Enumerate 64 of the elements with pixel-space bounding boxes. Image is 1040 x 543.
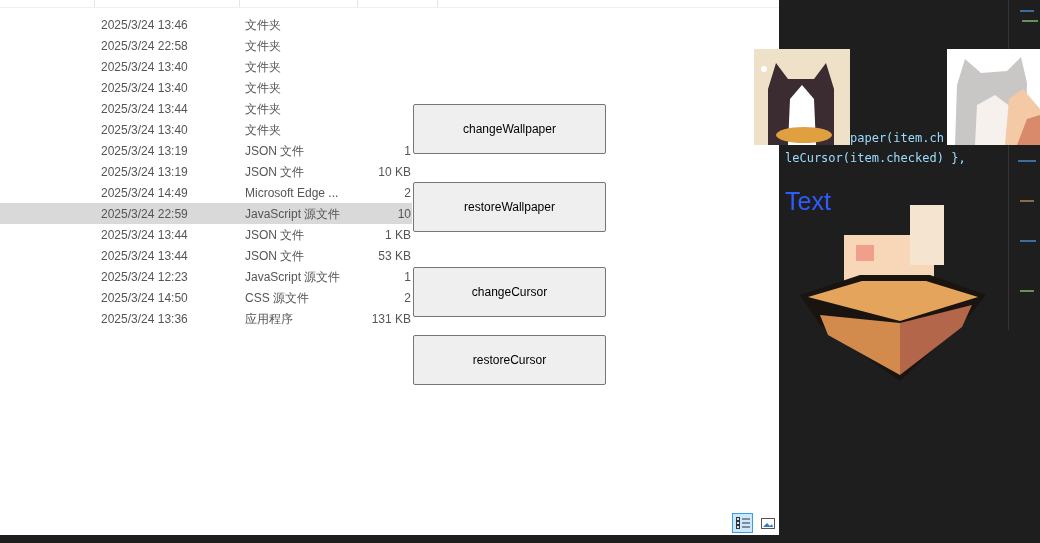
file-type: JavaScript 源文件 [245, 205, 342, 223]
modified-date: 2025/3/24 12:23 [101, 268, 189, 286]
action-button[interactable]: restoreWallpaper [413, 182, 606, 232]
file-row[interactable]: 2025/3/24 14:49 Microsoft Edge ... 2 [0, 182, 412, 203]
modified-date: 2025/3/24 22:58 [101, 37, 189, 55]
modified-date: 2025/3/24 13:44 [101, 247, 189, 265]
modified-date: 2025/3/24 13:40 [101, 79, 189, 97]
modified-date: 2025/3/24 13:36 [101, 310, 189, 328]
file-row[interactable]: 2025/3/24 22:59 JavaScript 源文件 10 [0, 203, 412, 224]
file-size: 10 [397, 205, 411, 223]
file-type: 文件夹 [245, 100, 282, 118]
file-row[interactable]: 2025/3/24 13:19 JSON 文件 10 KB [0, 161, 412, 182]
modified-date: 2025/3/24 14:49 [101, 184, 189, 202]
code-line: leCursor(item.checked) }, [785, 150, 966, 167]
details-view-button[interactable] [732, 513, 753, 533]
code-line: paper(item.ch [850, 130, 944, 147]
file-row[interactable]: 2025/3/24 13:40 文件夹 [0, 119, 412, 140]
image-icon [760, 517, 775, 529]
file-type: 文件夹 [245, 58, 282, 76]
file-row[interactable]: 2025/3/24 13:40 文件夹 [0, 56, 412, 77]
file-size: 2 [404, 289, 411, 307]
file-type: Microsoft Edge ... [245, 184, 340, 202]
modified-date: 2025/3/24 13:19 [101, 163, 189, 181]
file-row[interactable]: 2025/3/24 13:44 文件夹 [0, 98, 412, 119]
file-row[interactable]: 2025/3/24 14:50 CSS 源文件 2 [0, 287, 412, 308]
file-row[interactable]: 2025/3/24 13:40 文件夹 [0, 77, 412, 98]
modified-date: 2025/3/24 13:46 [101, 16, 189, 34]
file-type: JSON 文件 [245, 247, 306, 265]
file-type: JSON 文件 [245, 142, 306, 160]
file-type: JSON 文件 [245, 226, 306, 244]
file-size: 1 KB [385, 226, 411, 244]
file-row[interactable]: 2025/3/24 12:23 JavaScript 源文件 1 [0, 266, 412, 287]
modified-date: 2025/3/24 22:59 [101, 205, 189, 223]
file-size: 2 [404, 184, 411, 202]
action-button[interactable]: changeWallpaper [413, 104, 606, 154]
file-type: CSS 源文件 [245, 289, 310, 307]
modified-date: 2025/3/24 13:19 [101, 142, 189, 160]
file-type: 文件夹 [245, 16, 282, 34]
action-button[interactable]: restoreCursor [413, 335, 606, 385]
modified-date: 2025/3/24 13:44 [101, 226, 189, 244]
file-row[interactable]: 2025/3/24 13:19 JSON 文件 1 [0, 140, 412, 161]
modified-date: 2025/3/24 13:44 [101, 100, 189, 118]
file-row[interactable]: 2025/3/24 13:44 JSON 文件 1 KB [0, 224, 412, 245]
file-size: 53 KB [378, 247, 411, 265]
file-type: JavaScript 源文件 [245, 268, 342, 286]
file-size: 1 [404, 142, 411, 160]
file-size: 1 [404, 268, 411, 286]
file-row[interactable]: 2025/3/24 13:44 JSON 文件 53 KB [0, 245, 412, 266]
file-type: 文件夹 [245, 79, 282, 97]
details-list-icon [735, 517, 750, 529]
modified-date: 2025/3/24 13:40 [101, 58, 189, 76]
file-row[interactable]: 2025/3/24 13:46 文件夹 [0, 14, 412, 35]
file-type: 文件夹 [245, 121, 282, 139]
action-button[interactable]: changeCursor [413, 267, 606, 317]
file-row[interactable]: 2025/3/24 13:36 应用程序 131 KB [0, 308, 412, 329]
file-type: 应用程序 [245, 310, 294, 328]
modified-date: 2025/3/24 13:40 [101, 121, 189, 139]
file-type: 文件夹 [245, 37, 282, 55]
modified-date: 2025/3/24 14:50 [101, 289, 189, 307]
file-row[interactable]: 2025/3/24 22:58 文件夹 [0, 35, 412, 56]
text-label: Text [785, 186, 831, 217]
file-size: 131 KB [371, 310, 411, 328]
file-size: 10 KB [378, 163, 411, 181]
file-type: JSON 文件 [245, 163, 306, 181]
